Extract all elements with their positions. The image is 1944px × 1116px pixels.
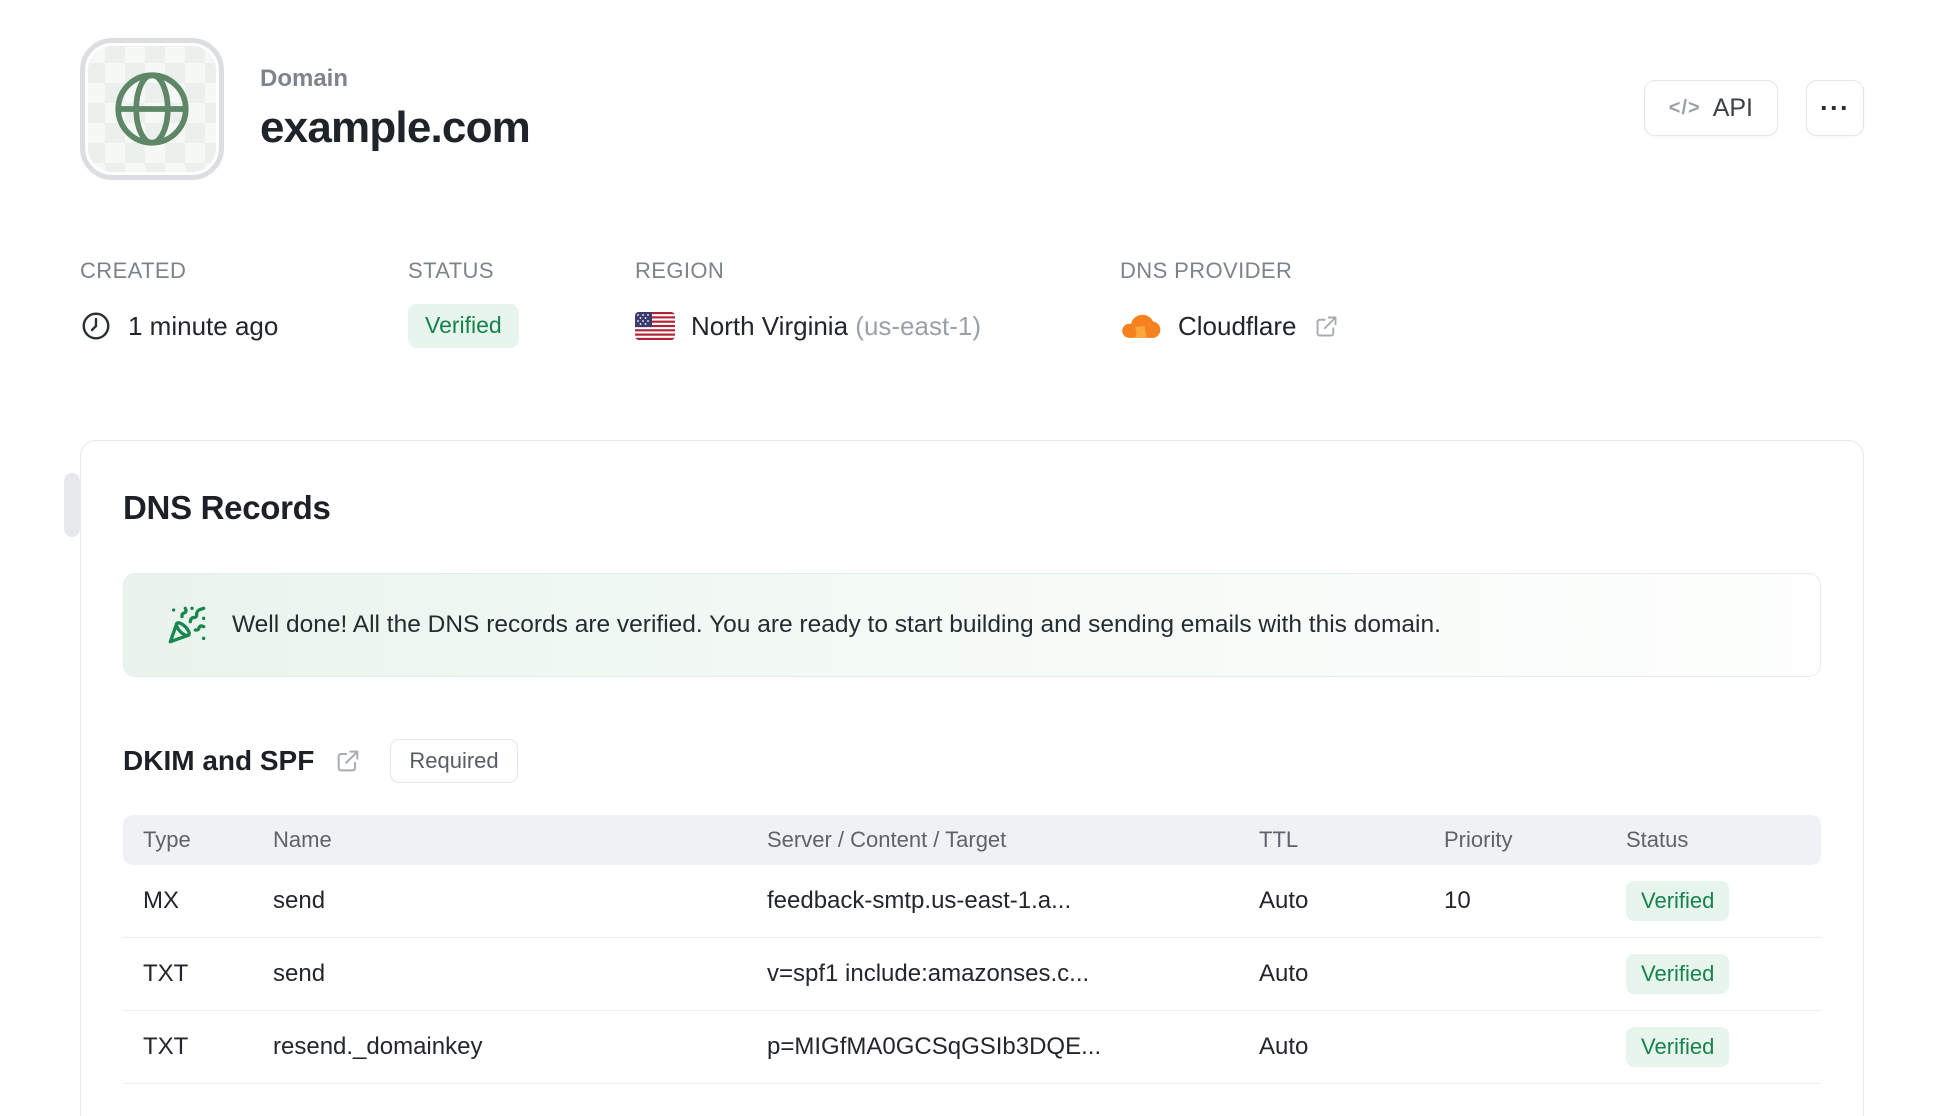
- record-type: MX: [143, 887, 179, 914]
- record-ttl: Auto: [1259, 887, 1309, 914]
- record-ttl: Auto: [1259, 1033, 1309, 1060]
- domain-meta-row: CREATED 1 minute ago STATUS Verified REG…: [80, 258, 1864, 348]
- api-button[interactable]: </> API: [1643, 80, 1778, 136]
- party-popper-icon: [168, 606, 206, 644]
- scroll-thumb[interactable]: [64, 473, 80, 537]
- record-ttl: Auto: [1259, 960, 1309, 987]
- table-row[interactable]: TXT resend._domainkey p=MIGfMA0GCSqGSIb3…: [123, 1011, 1821, 1084]
- domain-avatar: [80, 38, 224, 180]
- created-label: CREATED: [80, 258, 187, 283]
- region-label: REGION: [635, 258, 725, 283]
- dkim-spf-title: DKIM and SPF: [123, 745, 315, 776]
- record-content: feedback-smtp.us-east-1.a...: [767, 887, 1072, 914]
- record-status-badge: Verified: [1626, 1026, 1730, 1068]
- cloudflare-icon: [1122, 314, 1161, 338]
- us-flag-icon: [635, 312, 675, 340]
- meta-created: CREATED 1 minute ago: [80, 258, 408, 348]
- status-badge: Verified: [408, 304, 519, 348]
- record-priority: 10: [1444, 887, 1471, 914]
- col-name: Name: [273, 827, 332, 852]
- table-header-row: Type Name Server / Content / Target TTL …: [123, 815, 1821, 865]
- api-button-label: API: [1712, 93, 1753, 122]
- domain-page: Domain example.com </> API ··· CREATED 1…: [0, 0, 1944, 1116]
- globe-icon: [115, 72, 189, 146]
- external-link-icon: [1316, 316, 1336, 336]
- required-badge: Required: [390, 739, 518, 783]
- page-title: example.com: [260, 103, 531, 152]
- col-priority: Priority: [1444, 827, 1513, 852]
- table-row[interactable]: TXT send v=spf1 include:amazonses.c... A…: [123, 938, 1821, 1011]
- record-name: resend._domainkey: [273, 1033, 483, 1060]
- record-type: TXT: [143, 1033, 189, 1060]
- dns-provider-value: Cloudflare: [1178, 310, 1297, 341]
- col-status: Status: [1626, 827, 1689, 852]
- region-value: North Virginia: [691, 310, 849, 341]
- dkim-spf-section-header: DKIM and SPF Required: [123, 739, 1821, 783]
- meta-status: STATUS Verified: [408, 258, 635, 348]
- record-status-badge: Verified: [1626, 880, 1730, 922]
- code-icon: </>: [1668, 96, 1701, 119]
- created-value: 1 minute ago: [128, 310, 279, 341]
- record-name: send: [273, 960, 326, 987]
- clock-icon: [82, 312, 110, 340]
- dns-records-title: DNS Records: [123, 489, 331, 526]
- external-link-icon[interactable]: [334, 747, 362, 775]
- table-row[interactable]: MX send feedback-smtp.us-east-1.a... Aut…: [123, 865, 1821, 938]
- record-content: p=MIGfMA0GCSqGSIb3DQE...: [767, 1033, 1102, 1060]
- record-status-badge: Verified: [1626, 953, 1730, 995]
- dns-records-table: Type Name Server / Content / Target TTL …: [123, 815, 1821, 1084]
- more-options-button[interactable]: ···: [1806, 80, 1864, 136]
- record-name: send: [273, 887, 326, 914]
- dns-provider-label: DNS PROVIDER: [1120, 258, 1293, 283]
- meta-region: REGION North Virginia (us-east-1): [635, 258, 1120, 348]
- col-type: Type: [143, 827, 191, 852]
- region-code: (us-east-1): [855, 310, 981, 341]
- success-banner: Well done! All the DNS records are verif…: [123, 573, 1821, 677]
- record-type: TXT: [143, 960, 189, 987]
- status-label: STATUS: [408, 258, 494, 283]
- success-banner-text: Well done! All the DNS records are verif…: [232, 611, 1441, 638]
- domain-eyebrow-label: Domain: [260, 65, 349, 92]
- record-content: v=spf1 include:amazonses.c...: [767, 960, 1090, 987]
- ellipsis-icon: ···: [1820, 92, 1850, 123]
- col-content: Server / Content / Target: [767, 827, 1007, 852]
- page-header: Domain example.com </> API ···: [80, 38, 1864, 180]
- col-ttl: TTL: [1259, 827, 1299, 852]
- meta-dns-provider: DNS PROVIDER Cloudflare: [1120, 258, 1340, 348]
- dns-records-card: DNS Records Well done! All the DNS recor…: [64, 440, 1864, 1116]
- dns-provider-link[interactable]: Cloudflare: [1120, 304, 1340, 348]
